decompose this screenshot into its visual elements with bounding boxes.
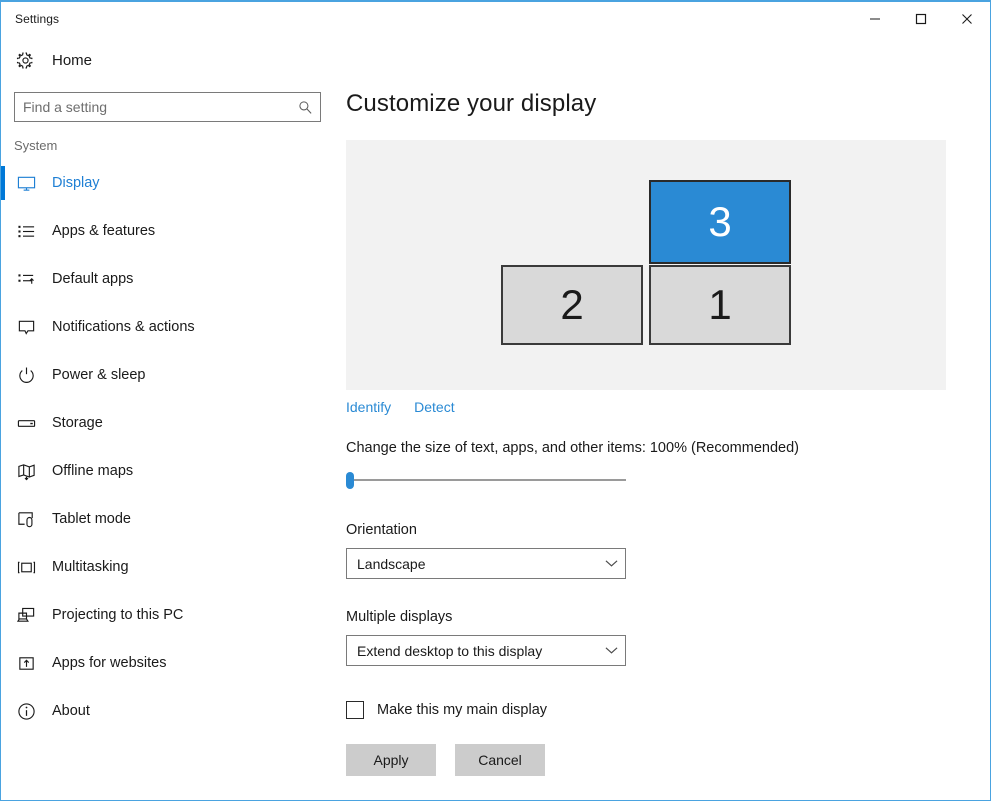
sidebar-item-label: Display (52, 175, 100, 191)
sidebar-item-home[interactable]: Home (1, 42, 334, 78)
monitor-icon (14, 171, 38, 195)
page-title: Customize your display (346, 90, 597, 117)
sidebar-item-label: Offline maps (52, 463, 134, 479)
main-display-checkbox-label: Make this my main display (377, 702, 548, 718)
scale-label: Change the size of text, apps, and other… (346, 440, 799, 456)
display-arrangement-panel[interactable]: 3 2 1 (346, 140, 946, 390)
display-actions-row: Identify Detect (346, 399, 990, 415)
sidebar-item-label: Default apps (52, 271, 134, 287)
sidebar: Home System (1, 36, 334, 800)
close-icon (962, 14, 972, 24)
main-display-checkbox-row[interactable]: Make this my main display (346, 701, 990, 719)
window-controls (852, 2, 990, 36)
monitor-number: 2 (560, 281, 584, 328)
maximize-icon (915, 13, 927, 25)
sidebar-item-tablet-mode[interactable]: Tablet mode (1, 495, 334, 543)
sidebar-item-multitasking[interactable]: Multitasking (1, 543, 334, 591)
sidebar-item-offline-maps[interactable]: Offline maps (1, 447, 334, 495)
sidebar-item-display[interactable]: Display (1, 159, 334, 207)
app-link-icon (14, 651, 38, 675)
window-content: Home System (1, 36, 990, 800)
identify-link[interactable]: Identify (346, 399, 391, 415)
sidebar-item-label: Tablet mode (52, 511, 131, 527)
main-display-checkbox[interactable] (346, 701, 364, 719)
slider-track (346, 479, 626, 481)
search-button[interactable] (290, 93, 320, 121)
multiple-displays-label: Multiple displays (346, 609, 453, 625)
sidebar-item-label: Apps & features (52, 223, 156, 239)
speech-bubble-icon (14, 315, 38, 339)
sidebar-item-apps-for-websites[interactable]: Apps for websites (1, 639, 334, 687)
sidebar-item-default-apps[interactable]: Default apps (1, 255, 334, 303)
orientation-dropdown[interactable]: Landscape (346, 548, 626, 579)
sidebar-item-label: Apps for websites (52, 655, 167, 671)
orientation-value: Landscape (357, 555, 426, 572)
multitask-icon (14, 555, 38, 579)
sidebar-item-label: Notifications & actions (52, 319, 195, 335)
multiple-displays-value: Extend desktop to this display (357, 642, 543, 659)
main-content: Customize your display 3 2 1 Identify De… (334, 36, 990, 800)
title-bar[interactable]: Settings (1, 2, 990, 36)
map-icon (14, 459, 38, 483)
minimize-icon (870, 18, 880, 20)
window-title: Settings (15, 12, 60, 26)
home-label: Home (52, 51, 93, 69)
sidebar-section-label: System (14, 138, 58, 153)
sidebar-item-apps-features[interactable]: Apps & features (1, 207, 334, 255)
monitor-number: 1 (708, 281, 732, 328)
drive-icon (14, 411, 38, 435)
minimize-button[interactable] (852, 2, 898, 36)
close-button[interactable] (944, 2, 990, 36)
multiple-displays-dropdown[interactable]: Extend desktop to this display (346, 635, 626, 666)
slider-thumb[interactable] (346, 472, 354, 489)
sidebar-item-label: Multitasking (52, 559, 129, 575)
gear-icon (14, 49, 36, 71)
action-buttons: Apply Cancel (346, 744, 990, 776)
tablet-touch-icon (14, 507, 38, 531)
sidebar-item-label: Projecting to this PC (52, 607, 184, 623)
scale-slider[interactable] (346, 470, 626, 490)
apply-button[interactable]: Apply (346, 744, 436, 776)
detect-link[interactable]: Detect (414, 399, 454, 415)
sidebar-item-label: About (52, 703, 90, 719)
project-screen-icon (14, 603, 38, 627)
list-arrow-icon (14, 267, 38, 291)
info-icon (14, 699, 38, 723)
settings-window: Settings Home Find a setting System Disp… (0, 0, 991, 801)
selection-indicator (1, 166, 5, 200)
sidebar-item-power-sleep[interactable]: Power & sleep (1, 351, 334, 399)
monitor-tile-1[interactable]: 1 (649, 265, 791, 345)
cancel-button[interactable]: Cancel (455, 744, 545, 776)
orientation-label: Orientation (346, 522, 417, 538)
sidebar-item-projecting-to-this-pc[interactable]: Projecting to this PC (1, 591, 334, 639)
sidebar-item-label: Power & sleep (52, 367, 146, 383)
sidebar-item-storage[interactable]: Storage (1, 399, 334, 447)
monitor-tile-2[interactable]: 2 (501, 265, 643, 345)
monitor-tile-3[interactable]: 3 (649, 180, 791, 264)
search-input[interactable] (15, 93, 290, 121)
sidebar-item-about[interactable]: About (1, 687, 334, 735)
power-icon (14, 363, 38, 387)
monitor-number: 3 (708, 198, 732, 245)
sidebar-item-label: Storage (52, 415, 103, 431)
chevron-down-icon (597, 559, 625, 568)
search-icon (298, 100, 312, 114)
maximize-button[interactable] (898, 2, 944, 36)
list-icon (14, 219, 38, 243)
search-box[interactable] (14, 92, 321, 122)
chevron-down-icon (597, 646, 625, 655)
sidebar-item-notifications-actions[interactable]: Notifications & actions (1, 303, 334, 351)
